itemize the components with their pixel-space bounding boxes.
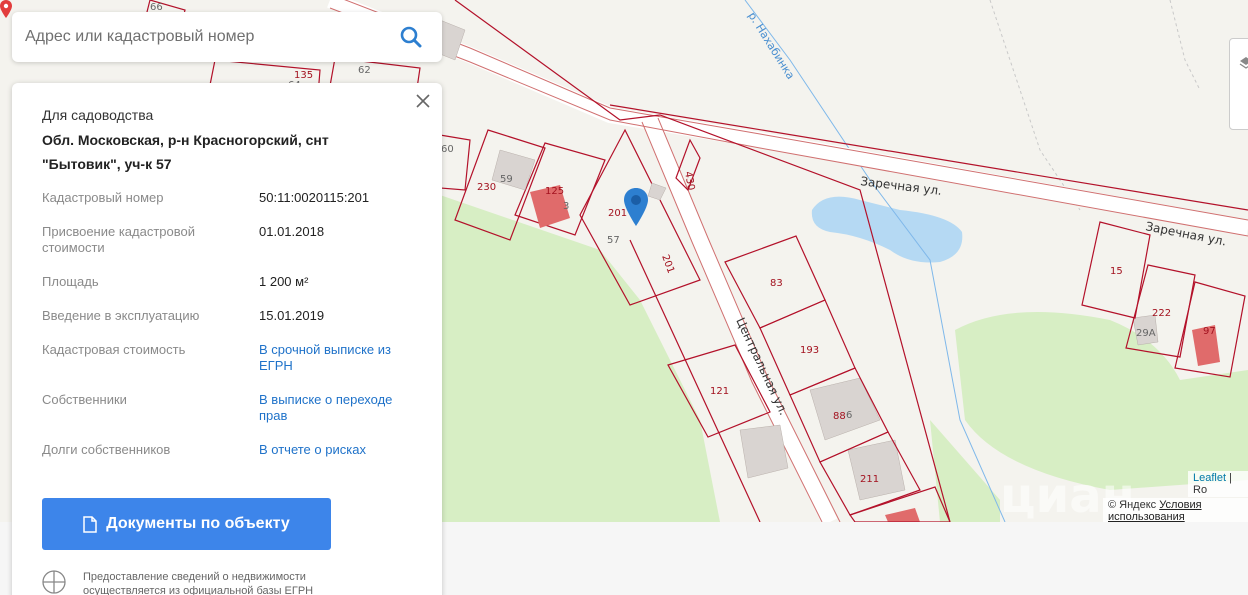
globe-icon [42, 570, 66, 594]
parcel-number: 97 [1203, 326, 1216, 337]
layers-icon [1239, 57, 1248, 69]
parcel-number: 83 [770, 278, 783, 289]
search-input[interactable] [25, 28, 395, 46]
parcel-number: 60 [441, 144, 454, 155]
search-bar [12, 12, 442, 62]
detail-label: Площадь [42, 274, 99, 289]
location-marker-icon[interactable] [624, 188, 648, 226]
parcel-details: Кадастровый номер 50:11:0020115:201 Прис… [42, 190, 412, 458]
leaflet-link[interactable]: Leaflet [1193, 472, 1226, 484]
layers-control-button[interactable] [1229, 38, 1248, 130]
detail-value: 50:11:0020115:201 [259, 190, 370, 205]
green-area [440, 195, 720, 522]
cadastral-value-link[interactable]: В срочной выписке из ЕГРН [259, 342, 409, 374]
detail-value: 01.01.2018 [259, 224, 325, 239]
yandex-attribution: © Яндекс Условия использования [1103, 498, 1248, 522]
yandex-copyright: © Яндекс [1108, 499, 1157, 511]
river-label: р. Нахабинка [745, 10, 797, 82]
detail-label: Собственники [42, 392, 127, 407]
red-marker-icon[interactable] [0, 0, 12, 18]
parcel-number: 230 [477, 182, 496, 193]
detail-row-valuation-date: Присвоение кадастровой стоимости 01.01.2… [42, 224, 412, 256]
parcel-address: Обл. Московская, р-н Красногорский, снт … [42, 132, 329, 172]
road [327, 0, 1248, 236]
parcel-number: 57 [607, 235, 620, 246]
detail-row-cadastral-number: Кадастровый номер 50:11:0020115:201 [42, 190, 412, 206]
detail-label: Кадастровый номер [42, 190, 164, 205]
detail-row-cadastral-value: Кадастровая стоимость В срочной выписке … [42, 342, 412, 374]
detail-value: 15.01.2019 [259, 308, 325, 323]
owners-link[interactable]: В выписке о переходе прав [259, 392, 409, 424]
detail-label: Долги собственников [42, 442, 171, 457]
parcel-number: 6 [846, 410, 852, 421]
detail-row-commissioning: Введение в эксплуатацию 15.01.2019 [42, 308, 412, 324]
land-purpose: Для садоводства [42, 107, 154, 123]
parcel-number: 3 [563, 201, 569, 212]
detail-label: Присвоение кадастровой стоимости [42, 224, 196, 255]
parcel-number: 29А [1136, 328, 1156, 339]
detail-value: 1 200 м² [259, 274, 309, 289]
detail-row-area: Площадь 1 200 м² [42, 274, 412, 290]
risk-report-link[interactable]: В отчете о рисках [259, 442, 409, 458]
parcel-number: 62 [358, 65, 371, 76]
parcel-number: 15 [1110, 266, 1123, 277]
building-red [885, 508, 920, 522]
detail-label: Введение в эксплуатацию [42, 308, 200, 323]
parcel-number: 222 [1152, 308, 1171, 319]
egrn-note-text: Предоставление сведений о недвижимости о… [83, 571, 314, 595]
leaflet-attribution: Leaflet | Ro [1188, 471, 1248, 497]
close-icon[interactable] [414, 92, 432, 110]
detail-row-owners: Собственники В выписке о переходе прав [42, 392, 412, 424]
documents-button[interactable]: Документы по объекту [42, 498, 331, 550]
parcel-number: 201 [608, 208, 627, 219]
parcel-number: 125 [545, 186, 564, 197]
parcel-number: 121 [710, 386, 729, 397]
search-icon[interactable] [400, 26, 422, 48]
path-line [1169, 0, 1201, 91]
parcel-number: 59 [500, 174, 513, 185]
parcel-number: 211 [860, 474, 879, 485]
detail-label: Кадастровая стоимость [42, 342, 186, 357]
document-icon [83, 515, 98, 533]
detail-row-debts: Долги собственников В отчете о рисках [42, 442, 412, 458]
egrn-note: Предоставление сведений о недвижимости о… [42, 570, 343, 595]
parcel-info-panel: Для садоводства Обл. Московская, р-н Кра… [12, 83, 442, 595]
pond [811, 196, 963, 263]
parcel-number: 201 [659, 253, 676, 275]
parcel-number: 88 [833, 411, 846, 422]
parcel-number: 193 [800, 345, 819, 356]
documents-button-label: Документы по объекту [106, 515, 290, 532]
